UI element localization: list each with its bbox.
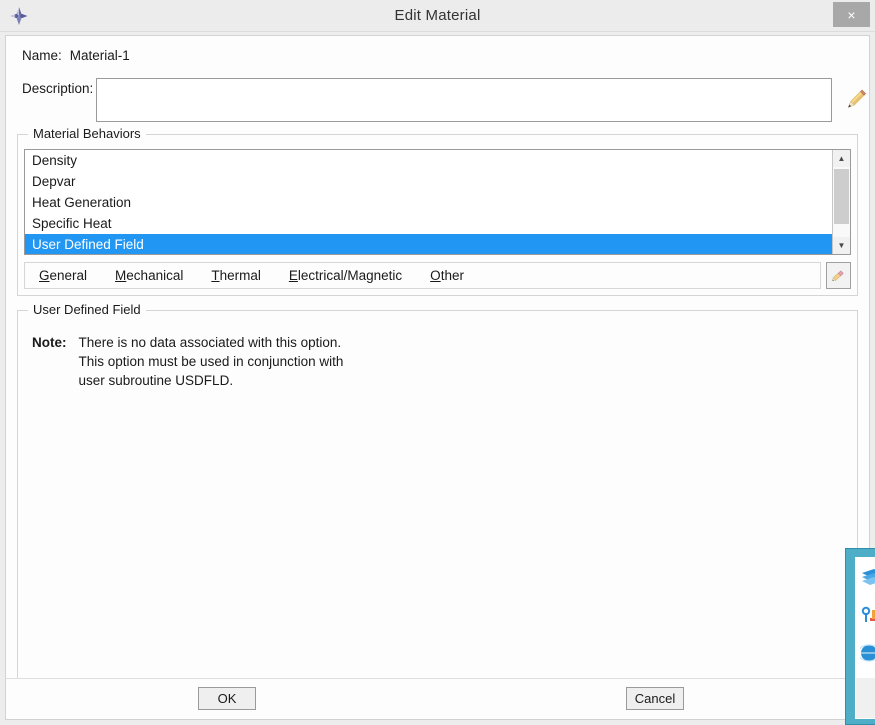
note-lines: There is no data associated with this op… <box>79 333 344 390</box>
menu-item-mechanical[interactable]: Mechanical <box>101 268 197 283</box>
list-item[interactable]: Specific Heat <box>25 213 832 234</box>
menu-mnemonic: T <box>211 268 220 283</box>
list-item[interactable]: Depvar <box>25 171 832 192</box>
menu-mnemonic: M <box>115 268 127 283</box>
background-panel-icon-strip <box>855 557 875 677</box>
menu-label-rest: lectrical/Magnetic <box>297 268 403 283</box>
scrollbar-track[interactable] <box>833 167 850 237</box>
background-panel[interactable] <box>845 548 875 725</box>
edit-material-dialog: Edit Material × Name: Material-1 Descrip… <box>0 0 875 725</box>
material-behaviors-listbox[interactable]: Density Depvar Heat Generation Specific … <box>24 149 851 255</box>
list-item[interactable]: Heat Generation <box>25 192 832 213</box>
user-defined-field-legend: User Defined Field <box>28 302 146 317</box>
scrollbar-thumb[interactable] <box>834 169 849 224</box>
dialog-content: Name: Material-1 Description: Material B… <box>5 35 870 678</box>
list-item-selected[interactable]: User Defined Field <box>25 234 832 254</box>
layers-icon[interactable] <box>860 568 875 588</box>
description-row: Description: <box>6 68 869 122</box>
background-panel-footer <box>855 677 875 719</box>
scroll-up-icon[interactable]: ▲ <box>833 150 850 167</box>
material-behaviors-list: Density Depvar Heat Generation Specific … <box>25 150 832 254</box>
menu-mnemonic: O <box>430 268 441 283</box>
note-line: There is no data associated with this op… <box>78 335 342 350</box>
abaqus-diamond-icon <box>4 0 34 31</box>
behavior-menubar-row: General Mechanical Thermal Electrical/Ma… <box>24 262 851 289</box>
name-row: Name: Material-1 <box>6 36 869 68</box>
material-name-value: Material-1 <box>69 48 130 63</box>
note-block: Note: There is no data associated with t… <box>18 311 857 390</box>
note-label: Note: <box>32 335 67 350</box>
title-bar: Edit Material × <box>0 0 875 32</box>
description-input[interactable] <box>96 78 832 122</box>
scroll-down-icon[interactable]: ▼ <box>833 237 850 254</box>
note-line: This option must be used in conjunction … <box>78 354 344 369</box>
list-scrollbar[interactable]: ▲ ▼ <box>832 150 850 254</box>
note-line: user subroutine USDFLD. <box>78 373 234 388</box>
menu-label-rest: ther <box>440 268 464 283</box>
material-behaviors-inner: Density Depvar Heat Generation Specific … <box>18 135 857 295</box>
menu-mnemonic: G <box>39 268 50 283</box>
tools-icon[interactable] <box>860 606 875 626</box>
globe-icon[interactable] <box>857 644 875 664</box>
dialog-footer: OK Cancel <box>5 678 870 720</box>
menu-item-thermal[interactable]: Thermal <box>197 268 275 283</box>
menu-label-rest: eneral <box>49 268 88 283</box>
user-defined-field-group: User Defined Field Note: There is no dat… <box>17 302 858 678</box>
window-title: Edit Material <box>394 7 481 24</box>
menu-item-other[interactable]: Other <box>416 268 478 283</box>
material-behaviors-legend: Material Behaviors <box>28 126 146 141</box>
menu-label-rest: hermal <box>219 268 261 283</box>
name-label: Name: <box>22 48 62 63</box>
close-icon[interactable]: × <box>833 2 870 27</box>
pencil-icon[interactable] <box>841 86 869 114</box>
cancel-button[interactable]: Cancel <box>626 687 684 710</box>
behavior-menubar: General Mechanical Thermal Electrical/Ma… <box>24 262 821 289</box>
list-item[interactable]: Density <box>25 150 832 171</box>
menu-mnemonic: E <box>288 268 298 283</box>
pencil-eraser-icon[interactable] <box>826 262 851 289</box>
ok-button[interactable]: OK <box>198 687 256 710</box>
menu-item-electrical-magnetic[interactable]: Electrical/Magnetic <box>275 268 416 283</box>
description-label: Description: <box>22 81 94 96</box>
menu-label-rest: echanical <box>126 268 184 283</box>
menu-item-general[interactable]: General <box>25 268 101 283</box>
material-behaviors-group: Material Behaviors Density Depvar Heat G… <box>17 126 858 296</box>
